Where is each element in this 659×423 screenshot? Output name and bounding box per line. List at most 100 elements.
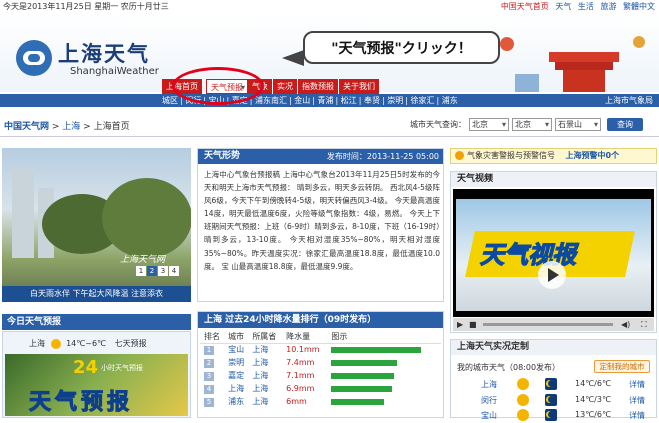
today-forecast-panel: 上海 14℃~6℃ 七天预报 24 小时天气预报 天气预报 (2, 331, 191, 418)
seek-bar[interactable] (483, 323, 613, 326)
breadcrumb-current: 上海首页 (93, 122, 130, 132)
moon-icon (545, 394, 557, 406)
rainfall-ranking-header: 上海 过去24小时降水量排行（09时发布） (198, 312, 443, 328)
district-nav: 城区 | 闵行 | 宝山 | 嘉定 | 浦东南汇 | 金山 | 青浦 | 松江 | 奉贤 | 崇明… (0, 94, 659, 107)
city-select[interactable]: 北京 (512, 118, 552, 131)
link-traditional-chinese[interactable]: 繁體中文 (623, 2, 655, 11)
tree (102, 178, 191, 258)
top-bar: 今天是2013年11月25日 星期一 农历十月廿三 中国天气首页 天气 生活 旅… (0, 0, 659, 14)
query-button[interactable]: 查询 (607, 118, 643, 131)
today-temp: 14℃~6℃ (66, 339, 107, 348)
city-cell[interactable]: 宝山 (224, 343, 248, 356)
live-city[interactable]: 闵行 (481, 395, 497, 406)
link-life[interactable]: 生活 (578, 2, 594, 11)
moon-icon (545, 409, 557, 421)
volume-icon[interactable]: ◀) (621, 320, 630, 329)
seven-day-link[interactable]: 七天预报 (115, 339, 147, 348)
district-item[interactable]: 金山 (294, 96, 310, 105)
tab-about-us[interactable]: 关于我们 (339, 79, 380, 94)
weather-situation-panel: 天气形势 发布时间：2013-11-25 05:00 上海中心气象台预报稿 上海… (197, 148, 444, 302)
province-select[interactable]: 北京 (469, 118, 509, 131)
top-links: 中国天气首页 天气 生活 旅游 繁體中文 (497, 1, 655, 12)
district-item[interactable]: 徐家汇 (411, 96, 435, 105)
callout-pointer (282, 50, 304, 66)
my-city-time: （08:00发布） (505, 363, 561, 372)
photo-slideshow[interactable]: 上海天气网 1 2 3 4 白天雨水伴 下午起大风降温 注意添衣 (2, 148, 191, 302)
breadcrumb-sep: > (80, 122, 94, 132)
live-temp: 14℃/3℃ (575, 395, 611, 404)
weather-situation-text: 上海中心气象台预报稿 上海中心气象台2013年11月25日5时发布的今天和明天上… (204, 170, 440, 271)
slide-dot[interactable]: 1 (136, 266, 146, 276)
bar-cell (327, 369, 441, 382)
city-query: 城市天气查询： 北京 北京 石景山 查询 (410, 118, 643, 131)
district-item[interactable]: 崇明 (387, 96, 403, 105)
breadcrumb-city[interactable]: 上海 (62, 122, 80, 132)
slide-dot[interactable]: 4 (169, 266, 179, 276)
district-item[interactable]: 奉贤 (364, 96, 380, 105)
moon-icon (545, 378, 557, 390)
details-link[interactable]: 详情 (629, 395, 645, 406)
city-cell[interactable]: 浦东 (224, 395, 248, 408)
live-city[interactable]: 宝山 (481, 410, 497, 421)
warning-icon (455, 151, 464, 160)
stop-icon[interactable]: ■ (469, 320, 477, 329)
play-icon[interactable] (538, 261, 566, 289)
table-row: 3 嘉定 上海 7.1mm (200, 369, 441, 382)
district-select[interactable]: 石景山 (555, 118, 601, 131)
rank-cell: 4 (200, 382, 224, 395)
weather-situation-title: 天气形势 (204, 151, 241, 161)
slide-dot[interactable]: 3 (158, 266, 168, 276)
video-frame: 天气视报 (456, 199, 651, 311)
district-item[interactable]: 浦东南汇 (255, 96, 287, 105)
expo-pavilion-decoration (500, 36, 645, 92)
logo-title[interactable]: 上海天气 (58, 38, 150, 68)
rank-badge: 1 (204, 345, 214, 355)
rainfall-bar (331, 372, 395, 379)
slideshow-caption[interactable]: 白天雨水伴 下午起大风降温 注意添衣 (2, 286, 191, 302)
fullscreen-icon[interactable]: ⛶ (641, 320, 647, 330)
link-weather[interactable]: 天气 (555, 2, 571, 11)
table-row: 5 浦东 上海 6mm (200, 395, 441, 408)
rainfall-cell: 10.1mm (286, 345, 320, 355)
slide-dot-active[interactable]: 2 (147, 266, 157, 276)
live-conditions-header: 上海天气实况定制 (451, 340, 656, 355)
banner-title: 天气预报 (28, 389, 134, 416)
province-cell: 上海 (252, 397, 269, 406)
breadcrumb-sep: > (49, 122, 63, 132)
weather-video-header: 天气视频 (451, 172, 656, 187)
rainfall-ranking-panel: 上海 过去24小时降水量排行（09时发布） 排名 城市 所属省 降水量 图示 1… (197, 311, 444, 418)
details-link[interactable]: 详情 (629, 410, 645, 421)
bureau-link[interactable]: 上海市气象局 (605, 95, 653, 106)
province-cell: 上海 (252, 345, 269, 355)
disaster-alert-bar[interactable]: 气象灾害警报与预警信号 上海预警中0个 (450, 148, 657, 164)
district-item[interactable]: 青浦 (318, 96, 334, 105)
sun-icon (50, 338, 61, 349)
link-travel[interactable]: 旅游 (600, 2, 616, 11)
district-item[interactable]: 城区 (162, 96, 178, 105)
bar-cell (327, 395, 441, 408)
bar-cell (327, 382, 441, 395)
district-item[interactable]: 松江 (341, 96, 357, 105)
rank-badge: 5 (204, 397, 214, 407)
district-item[interactable]: 浦东 (442, 96, 458, 105)
tab-index-forecast[interactable]: 指数预报 (298, 79, 339, 94)
col-rainfall: 降水量 (282, 330, 328, 344)
breadcrumb-site[interactable]: 中国天气网 (4, 122, 49, 132)
city-cell[interactable]: 上海 (224, 382, 248, 395)
forecast-banner[interactable]: 24 小时天气预报 天气预报 (5, 354, 188, 416)
rainfall-bar (331, 359, 398, 366)
city-cell[interactable]: 嘉定 (224, 369, 248, 382)
cloud-logo-icon[interactable] (16, 40, 52, 76)
col-city: 城市 (224, 330, 249, 344)
live-city[interactable]: 上海 (481, 379, 497, 390)
customize-city-button[interactable]: 定制我的城市 (594, 360, 650, 373)
link-china-weather-home[interactable]: 中国天气首页 (501, 2, 549, 11)
list-item: 宝山 13℃/6℃ 详情 (451, 408, 656, 423)
play-pause-icon[interactable]: ▶ (457, 320, 463, 329)
table-header-row: 排名 城市 所属省 降水量 图示 (200, 330, 441, 344)
video-player[interactable]: 天气视报 (453, 189, 654, 317)
tab-live-conditions[interactable]: 实况 (273, 79, 298, 94)
city-cell[interactable]: 崇明 (224, 356, 248, 369)
details-link[interactable]: 详情 (629, 379, 645, 390)
alert-status[interactable]: 上海预警中0个 (566, 151, 620, 160)
